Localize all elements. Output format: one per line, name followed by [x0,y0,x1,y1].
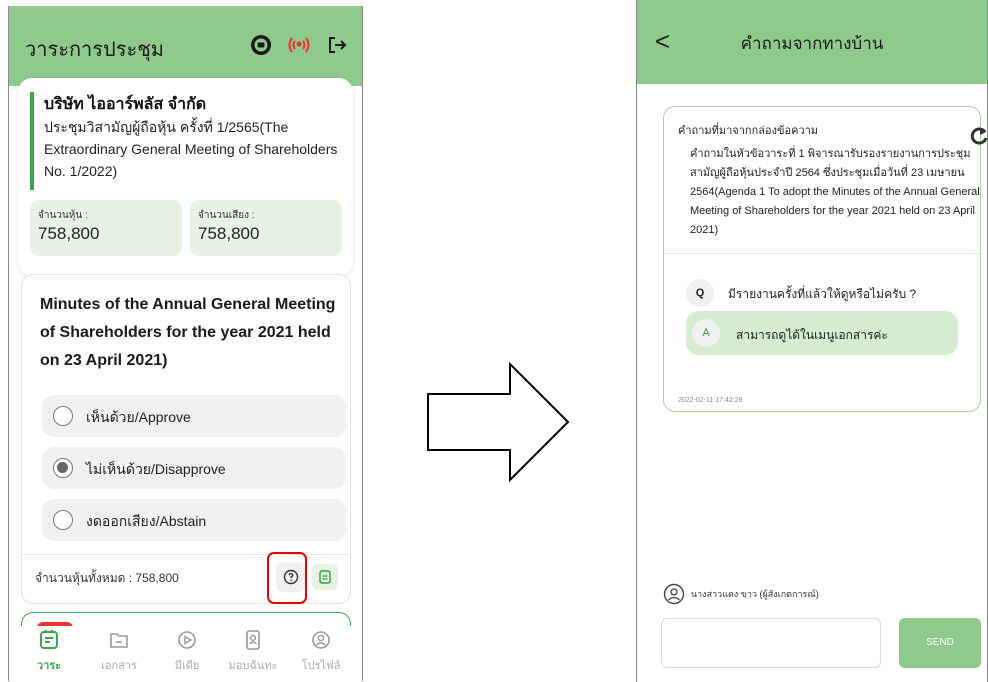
play-icon [178,631,196,649]
total-shares: จำนวนหุ้นทั้งหมด : 758,800 [35,571,179,585]
question-timestamp: 2022-02-11 17:42:28 [678,397,743,404]
votes-box: จำนวนเสียง : 758,800 [190,200,342,256]
send-button[interactable]: SEND [899,618,981,668]
agenda-icon [40,630,58,649]
user-avatar-icon [663,583,685,605]
questions-header: < คำถามจากทางบ้าน [637,0,987,84]
profile-icon [312,631,330,649]
nav-item-profile[interactable]: โปรไฟล์ [291,629,351,674]
nav-label: เอกสาร [101,660,137,672]
user-name: นางสาวแดง ขาว (ผู้สังเกตการณ์) [691,589,819,599]
vote-option-approve[interactable]: เห็นด้วย/Approve [42,395,346,437]
question-input[interactable] [661,618,881,668]
nav-item-agenda[interactable]: วาระ [19,629,79,674]
nav-item-media[interactable]: มีเดีย [157,629,217,674]
agenda-text: Minutes of the Annual General Meeting of… [40,296,336,369]
question-text: มีรายงานครั้งที่แล้วให้ดูหรือไม่ครับ ? [728,287,917,301]
answer-bubble: A สามารถดูได้ในเมนูเอกสารค่ะ [686,311,958,355]
nav-label: มอบฉันทะ [228,660,278,672]
right-arrow-icon [427,361,570,483]
folder-icon [110,633,128,648]
question-source-label: คำถามที่มาจากกล่องข้อความ [678,125,819,137]
answer-badge: A [692,319,720,347]
company-name: บริษัท ไออาร์พลัส จำกัด [44,96,207,113]
vote-option-label: งดออกเสียง/Abstain [86,513,207,529]
logout-icon[interactable] [324,32,350,58]
highlight-box [267,552,307,604]
nav-label: มีเดีย [174,660,200,672]
vote-option-label: เห็นด้วย/Approve [86,409,191,425]
questions-screen: < คำถามจากทางบ้าน คำถามที่มาจากกล่องข้อค… [636,0,988,682]
votes-label: จำนวนเสียง : [198,210,255,221]
radio-approve[interactable] [53,406,73,426]
document-button[interactable] [312,564,338,590]
vote-option-abstain[interactable]: งดออกเสียง/Abstain [42,499,346,541]
question-badge: Q [686,279,714,307]
chat-icon[interactable] [248,32,274,58]
user-info: นางสาวแดง ขาว (ผู้สังเกตการณ์) [663,583,819,605]
nav-label: วาระ [36,660,62,672]
divider [664,253,980,254]
refresh-icon[interactable] [968,125,988,147]
meeting-title: ประชุมวิสามัญผู้ถือหุ้น ครั้งที่ 1/2565(… [44,119,338,179]
company-accent-bar [30,92,34,190]
question-card: คำถามที่มาจากกล่องข้อความ คำถามในหัวข้อว… [663,106,987,412]
shares-box: จำนวนหุ้น : 758,800 [30,200,182,256]
company-card: บริษัท ไออาร์พลัส จำกัด ประชุมวิสามัญผู้… [18,78,353,276]
agenda-header: วาระการประชุม [9,6,362,86]
vote-option-disapprove[interactable]: ไม่เห็นด้วย/Disapprove [42,447,346,489]
questions-header-title: คำถามจากทางบ้าน [740,34,884,53]
radio-disapprove[interactable] [53,458,73,478]
answer-text: สามารถดูได้ในเมนูเอกสารค่ะ [736,328,888,342]
live-icon[interactable] [286,32,312,58]
shares-value: 758,800 [38,224,100,243]
document-icon [319,570,331,584]
radio-abstain[interactable] [53,510,73,530]
question-topic: คำถามในหัวข้อวาระที่ 1 พิจารณารับรองรายง… [690,148,980,236]
vote-option-label: ไม่เห็นด้วย/Disapprove [86,461,226,477]
nav-item-proxy[interactable]: มอบฉันทะ [223,629,283,674]
agenda-header-title: วาระการประชุม [25,39,164,61]
bottom-nav: วาระ เอกสาร มีเดีย มอบฉันทะ โปรไฟล์ [9,626,362,681]
shares-label: จำนวนหุ้น : [38,210,88,221]
nav-label: โปรไฟล์ [301,660,341,672]
nav-item-documents[interactable]: เอกสาร [89,629,149,674]
proxy-icon [246,630,260,650]
agenda-screen: วาระการประชุม บริษัท ไออาร์พลัส จำกัด ปร… [8,6,363,681]
votes-value: 758,800 [198,224,260,243]
